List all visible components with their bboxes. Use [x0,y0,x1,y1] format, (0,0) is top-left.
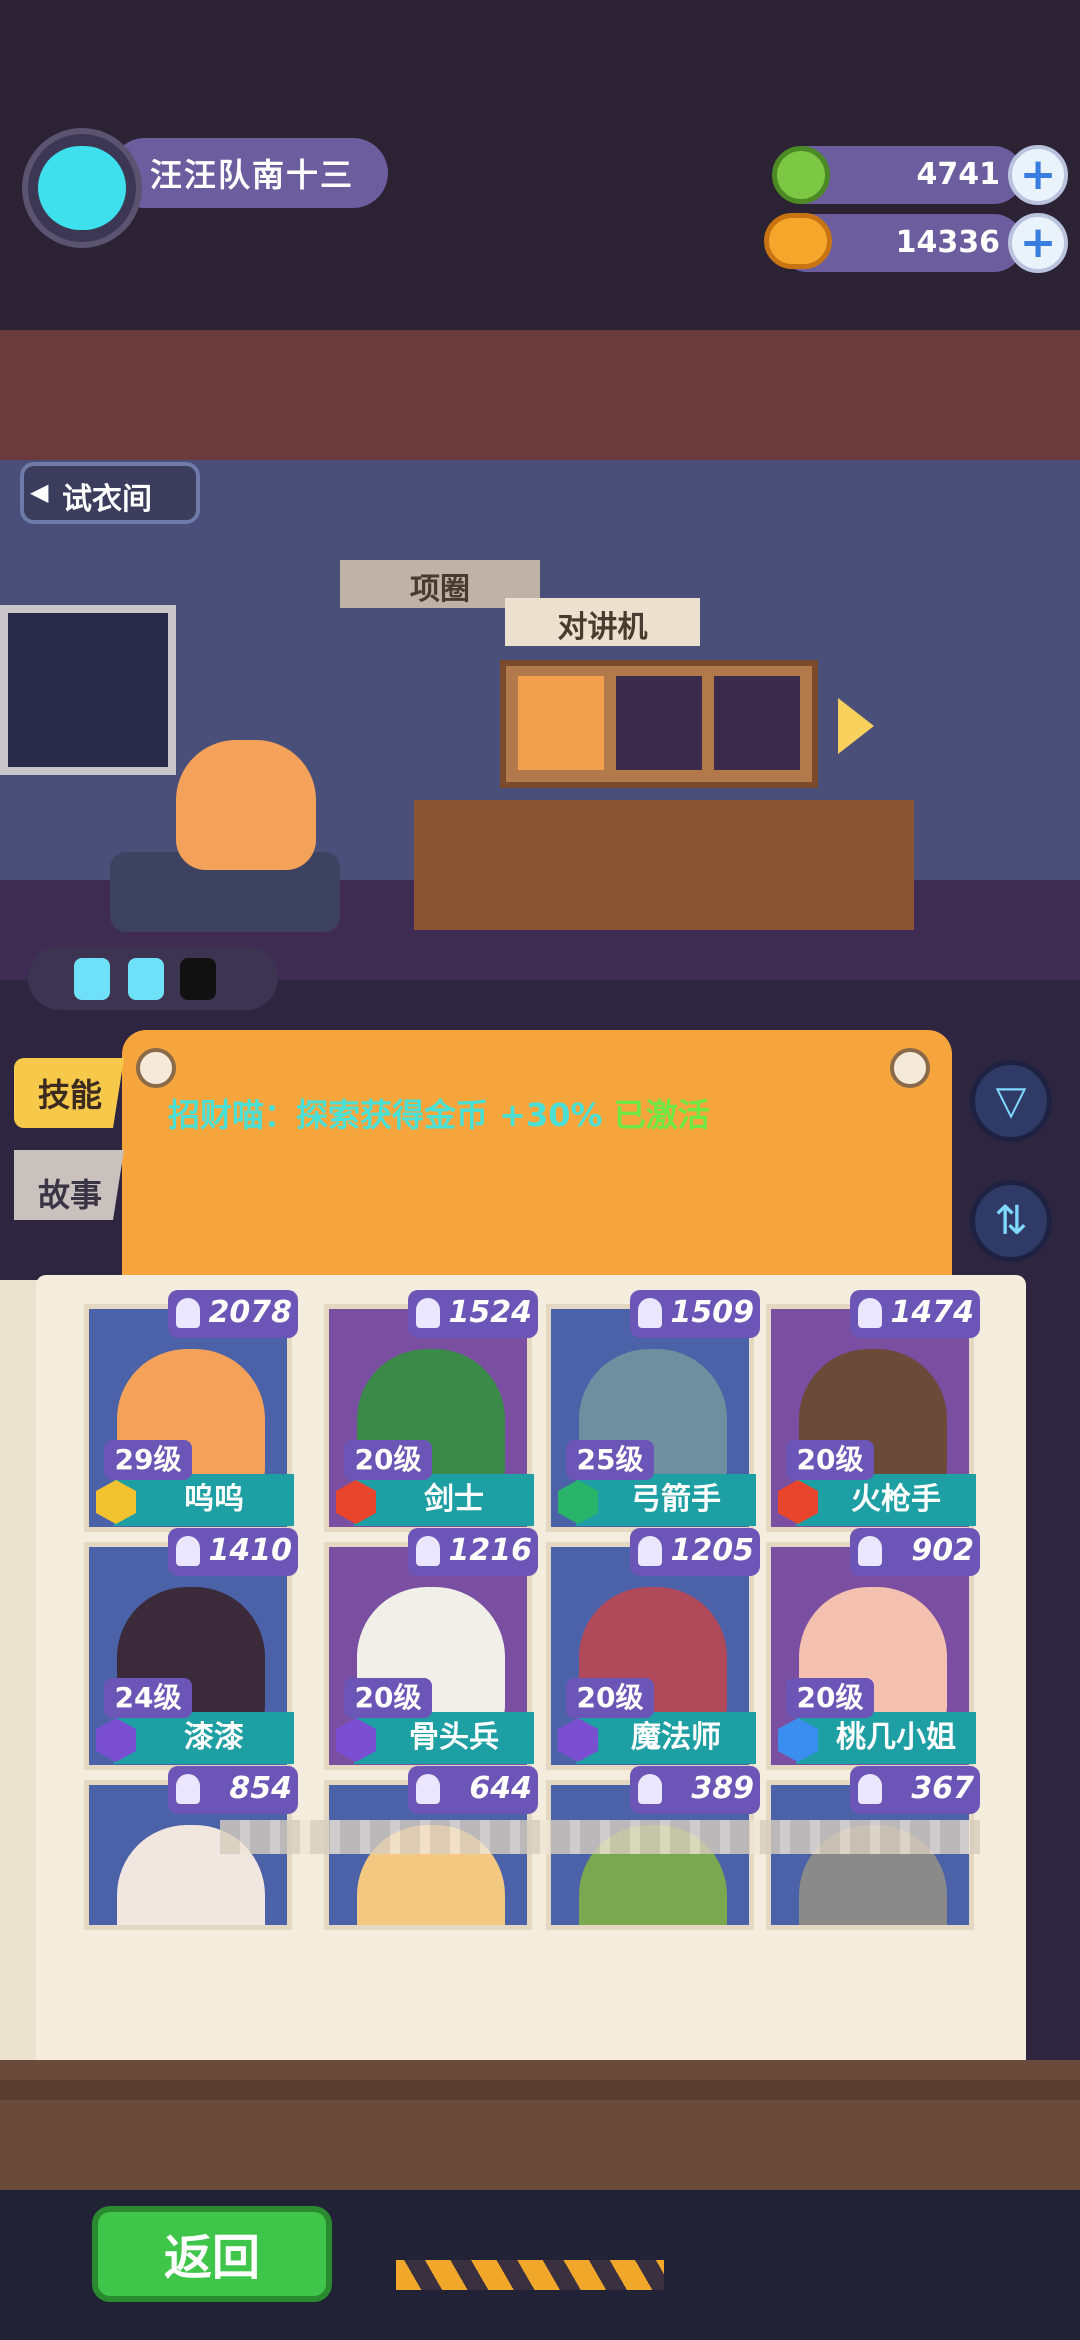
power-value: 1524 [448,1295,533,1330]
tab-skill-label: 技能 [38,1076,103,1114]
plus-icon: + [1019,217,1057,268]
add-gem-button[interactable]: + [1008,145,1068,205]
level-badge: 20级 [786,1678,874,1718]
power-value: 902 [911,1533,974,1568]
sort-button[interactable]: ⇅ [970,1180,1052,1262]
power-value: 1509 [670,1295,755,1330]
energy-empty-icon [180,958,216,1000]
book-shadow [0,2080,1080,2100]
avatar[interactable] [38,146,126,230]
energy-icon [128,958,164,1000]
power-value: 1205 [670,1533,755,1568]
skill-status: 已激活 [613,1096,710,1134]
power-value: 389 [691,1771,754,1806]
green-gem-icon [772,146,830,204]
radio-tab-label: 对讲机 [557,610,648,645]
power-value: 854 [229,1771,292,1806]
hazard-stripe [396,2260,664,2290]
desk [414,800,914,930]
character-name: 呜呜 [184,1482,244,1517]
level-badge: 20级 [786,1440,874,1480]
blurred-text [220,1820,980,1854]
filter-icon: ▽ [995,1078,1027,1124]
level-badge: 20级 [344,1440,432,1480]
character-name: 弓箭手 [631,1482,721,1517]
character-name: 漆漆 [184,1720,244,1755]
level-badge: 29级 [104,1440,192,1480]
sort-icon: ⇅ [994,1198,1028,1244]
gold-coin-icon [764,213,832,269]
power-value: 1216 [448,1533,533,1568]
power-value: 644 [469,1771,532,1806]
tab-story-label: 故事 [38,1176,103,1214]
character-name: 魔法师 [631,1720,721,1755]
power-value: 1474 [890,1295,975,1330]
skill-text: 招财喵：探索获得金币 +30% [168,1096,603,1134]
back-button-label: 返回 [163,2230,260,2286]
pin-icon [890,1048,930,1088]
item-slot[interactable] [518,676,604,770]
character-name: 剑士 [424,1482,484,1517]
back-arrow-icon: ◀ [30,478,49,506]
item-slot[interactable] [714,676,800,770]
power-value: 2078 [208,1295,293,1330]
level-badge: 24级 [104,1678,192,1718]
room-window [0,605,176,775]
skill-description: 招财喵：探索获得金币 +30% 已激活 [168,1090,710,1136]
character-name: 桃几小姐 [836,1720,956,1755]
character-name: 骨头兵 [409,1720,499,1755]
add-coin-button[interactable]: + [1008,213,1068,273]
level-badge: 25级 [566,1440,654,1480]
pin-icon [136,1048,176,1088]
level-badge: 20级 [566,1678,654,1718]
cat-character [176,740,316,870]
filter-button[interactable]: ▽ [970,1060,1052,1142]
plus-icon: + [1019,149,1057,200]
upper-shelf [0,330,1080,460]
power-value: 367 [911,1771,974,1806]
character-name: 火枪手 [851,1482,941,1517]
trial-room-label: 试衣间 [62,482,152,517]
level-badge: 20级 [344,1678,432,1718]
energy-icon [74,958,110,1000]
power-value: 1410 [208,1533,293,1568]
item-slot[interactable] [616,676,702,770]
skill-board [122,1030,952,1280]
next-arrow-icon[interactable] [838,698,874,754]
player-name: 汪汪队南十三 [150,156,355,194]
